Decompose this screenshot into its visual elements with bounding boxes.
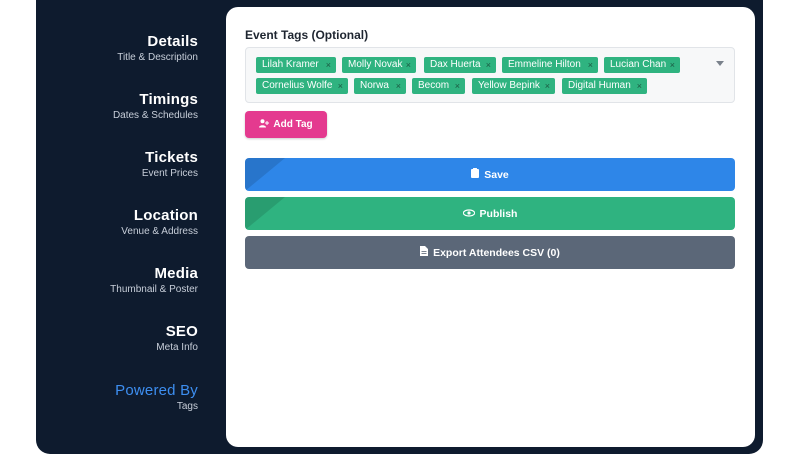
sidebar-item-subtitle: Venue & Address xyxy=(121,226,198,237)
publish-label: Publish xyxy=(479,207,518,220)
button-shade xyxy=(245,197,285,230)
sidebar-item-title: Tickets xyxy=(145,149,198,166)
chevron-down-icon[interactable] xyxy=(716,61,724,66)
tag-chip: Digital Human × xyxy=(562,78,647,94)
sidebar-item-subtitle: Tags xyxy=(176,401,198,412)
save-label: Save xyxy=(484,168,509,181)
sidebar-item-subtitle: Thumbnail & Poster xyxy=(110,284,198,295)
publish-button[interactable]: Publish xyxy=(245,197,735,230)
tag-chip-label: Yellow Bepink xyxy=(478,80,540,91)
sidebar-item-title: Media xyxy=(154,265,198,282)
tag-chip-label: Norwa xyxy=(360,80,389,91)
tag-chip-label: Dax Huerta xyxy=(430,59,481,70)
tags-label: Event Tags (Optional) xyxy=(245,28,369,42)
tag-remove-icon[interactable]: × xyxy=(588,57,593,73)
sidebar-item-title: Location xyxy=(133,207,198,224)
sidebar-item-tickets[interactable]: Tickets Event Prices xyxy=(142,149,198,179)
sidebar-item-powered-by[interactable]: Powered By Tags xyxy=(115,382,198,412)
sidebar-item-subtitle: Meta Info xyxy=(156,342,198,353)
tag-remove-icon[interactable]: × xyxy=(455,78,460,94)
tag-chip: Lucian Chan × xyxy=(604,57,680,73)
sidebar-item-title: Powered By xyxy=(115,382,198,399)
sidebar-item-subtitle: Dates & Schedules xyxy=(112,110,198,121)
tag-chip: Molly Novak × xyxy=(342,57,416,73)
tag-remove-icon[interactable]: × xyxy=(670,57,675,73)
tag-chip-label: Lucian Chan xyxy=(610,59,667,70)
sidebar-item-seo[interactable]: SEO Meta Info xyxy=(156,323,198,353)
add-tag-label: Add Tag xyxy=(273,119,313,130)
file-icon xyxy=(420,246,429,259)
tag-remove-icon[interactable]: × xyxy=(338,78,343,94)
tags-select[interactable]: Lilah Kramer × Molly Novak × Dax Huerta … xyxy=(245,47,735,103)
eye-icon xyxy=(461,208,476,220)
button-shade xyxy=(245,158,285,191)
sidebar-item-details[interactable]: Details Title & Description xyxy=(117,33,198,63)
tag-chip-label: Cornelius Wolfe xyxy=(262,80,333,91)
clipboard-icon xyxy=(471,168,480,181)
sidebar-item-media[interactable]: Media Thumbnail & Poster xyxy=(110,265,198,295)
sidebar-nav: Details Title & Description Timings Date… xyxy=(36,0,216,446)
tag-chip: Dax Huerta × xyxy=(424,57,496,73)
tag-chip: Becom × xyxy=(412,78,465,94)
tag-chip-label: Becom xyxy=(418,80,450,91)
sidebar-item-timings[interactable]: Timings Dates & Schedules xyxy=(113,91,198,121)
tag-chip-label: Digital Human xyxy=(568,80,631,91)
form-panel: Event Tags (Optional) Lilah Kramer × Mol… xyxy=(226,7,755,447)
sidebar-item-title: SEO xyxy=(165,323,198,340)
export-label: Export Attendees CSV (0) xyxy=(433,246,560,259)
save-button[interactable]: Save xyxy=(245,158,735,191)
tag-remove-icon[interactable]: × xyxy=(406,57,411,73)
tag-chip: Emmeline Hilton × xyxy=(502,57,598,73)
tag-chip: Norwa × xyxy=(354,78,406,94)
sidebar-item-subtitle: Title & Description xyxy=(117,52,198,63)
tag-chip-label: Lilah Kramer xyxy=(262,59,319,70)
tag-remove-icon[interactable]: × xyxy=(396,78,401,94)
tag-remove-icon[interactable]: × xyxy=(486,57,491,73)
add-user-icon xyxy=(259,118,270,131)
tag-remove-icon[interactable]: × xyxy=(637,78,642,94)
tag-chip: Yellow Bepink × xyxy=(472,78,555,94)
tag-chip-label: Emmeline Hilton xyxy=(508,59,581,70)
tag-chip-label: Molly Novak xyxy=(348,59,403,70)
tag-chip: Cornelius Wolfe × xyxy=(256,78,348,94)
export-attendees-button[interactable]: Export Attendees CSV (0) xyxy=(245,236,735,269)
sidebar-item-title: Timings xyxy=(139,91,198,108)
tag-chip: Lilah Kramer × xyxy=(256,57,336,73)
tag-remove-icon[interactable]: × xyxy=(326,57,331,73)
sidebar-item-title: Details xyxy=(147,33,198,50)
sidebar-item-location[interactable]: Location Venue & Address xyxy=(121,207,198,237)
sidebar-item-subtitle: Event Prices xyxy=(141,168,198,179)
add-tag-button[interactable]: Add Tag xyxy=(245,111,327,138)
tag-remove-icon[interactable]: × xyxy=(545,78,550,94)
